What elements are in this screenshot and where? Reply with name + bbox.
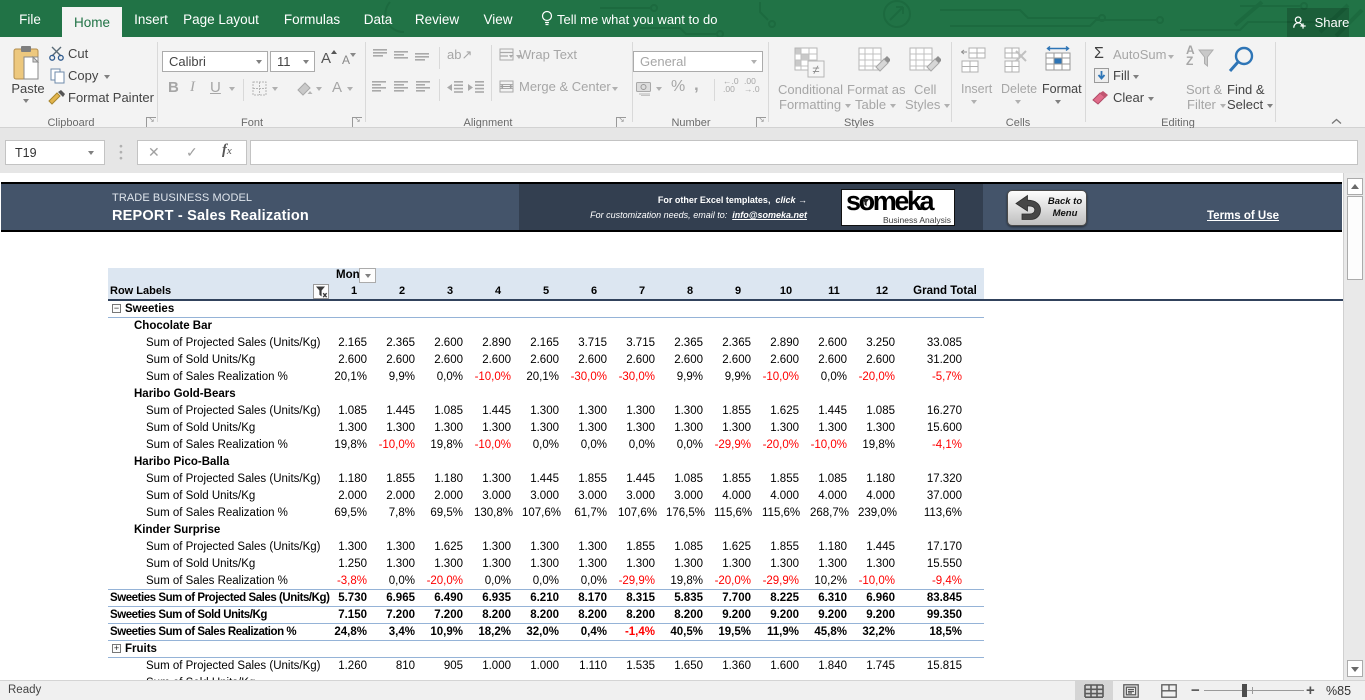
svg-text:≠: ≠: [812, 62, 819, 77]
